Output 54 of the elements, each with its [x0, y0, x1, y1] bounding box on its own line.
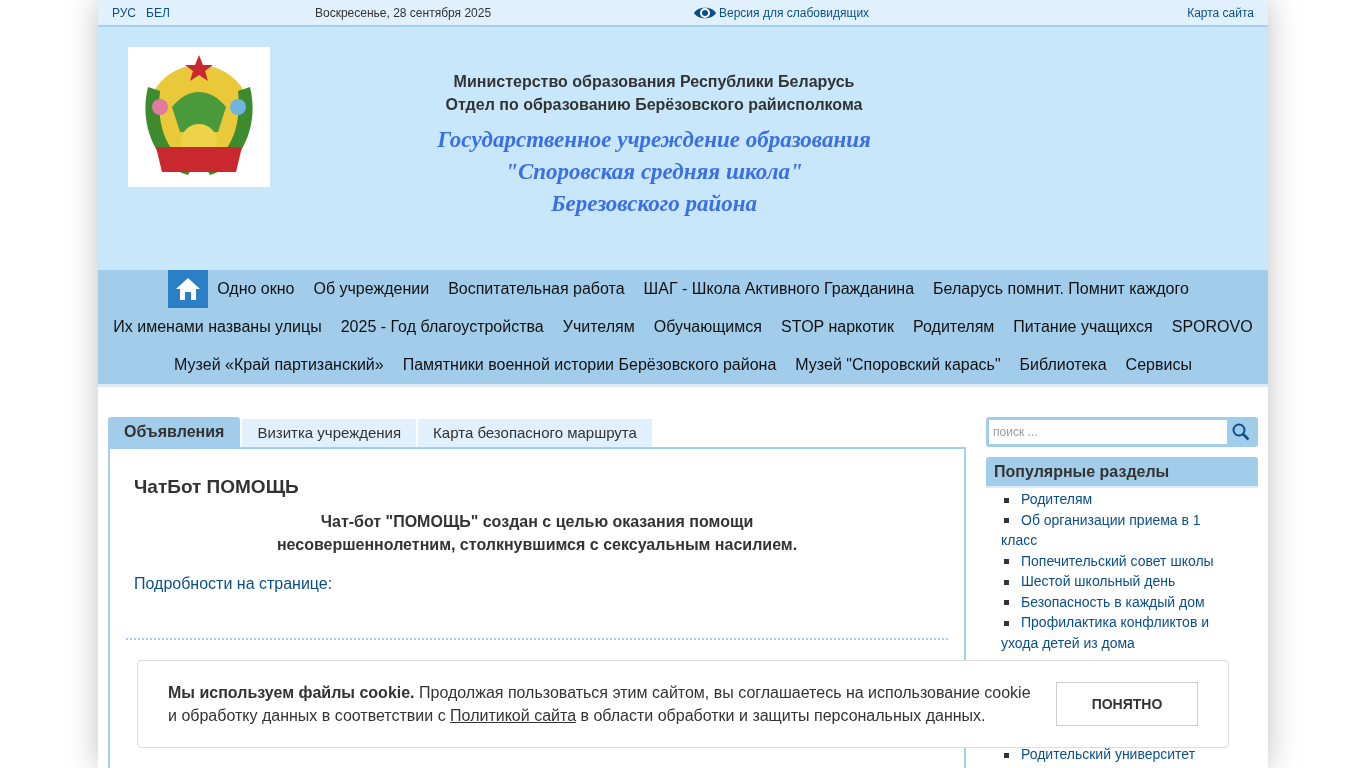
accessibility-link[interactable]: Версия для слабовидящих: [693, 3, 870, 22]
popular-section-link[interactable]: Родителям: [1001, 489, 1218, 510]
search-field[interactable]: поиск ...: [986, 417, 1258, 447]
home-icon: [174, 277, 201, 301]
home-button[interactable]: [167, 270, 208, 308]
popular-section-link[interactable]: Об организации приема в 1 класс: [1001, 509, 1218, 551]
nav-link[interactable]: Обучающимся: [644, 308, 772, 346]
tab[interactable]: Объявления: [108, 417, 241, 447]
ministry-title: Министерство образования Республики Беларусь: [453, 72, 855, 92]
nav-link[interactable]: Учителям: [553, 308, 645, 346]
bullet-icon: [1004, 600, 1009, 606]
nav-link[interactable]: Об учреждении: [303, 270, 439, 308]
nav-link[interactable]: Беларусь помнит. Помнит каждого: [923, 270, 1199, 308]
department-title: Отдел по образованию Берёзовского райисполкома: [445, 95, 863, 115]
accept-button[interactable]: ПОНЯТНО: [1056, 682, 1198, 726]
cookie-message: Мы используем файлы cookie. Продолжая пользоваться этим сайтом, вы соглашаетесь на использование cookie и обработку данных в соответствии с Политикой сайта в области обработки и защиты персональных данных.: [168, 683, 1032, 726]
nav-link[interactable]: Музей "Споровский карась": [785, 346, 1011, 384]
date-text: Воскресенье, 28 сентября 2025: [315, 4, 493, 22]
popular-sections-header: Популярные разделы: [986, 457, 1258, 488]
nav-link[interactable]: SPOROVO: [1162, 308, 1263, 346]
sitemap-link[interactable]: Карта сайта: [1187, 3, 1254, 22]
language-link[interactable]: РУС: [112, 3, 137, 22]
bullet-icon: [1004, 620, 1009, 626]
nav-link[interactable]: Их именами названы улицы: [103, 308, 332, 346]
language-link[interactable]: БЕЛ: [146, 3, 170, 22]
article-lead: Чат-бот "ПОМОЩЬ" создан с целью оказания помощи несовершеннолетним, столкнувшимся с сексуальным насилием.: [275, 511, 799, 555]
bullet-icon: [1004, 579, 1009, 585]
search-icon[interactable]: [1232, 423, 1250, 441]
popular-section-link[interactable]: Попечительский совет школы: [1001, 550, 1218, 571]
popular-section-link[interactable]: Шестой школьный день: [1001, 571, 1218, 592]
bullet-icon: [1004, 497, 1009, 503]
nav-link[interactable]: ШАГ - Школа Активного Гражданина: [634, 270, 924, 308]
popular-section-link[interactable]: Родительский университет: [1001, 744, 1218, 765]
nav-link[interactable]: Воспитательная работа: [438, 270, 635, 308]
nav-link[interactable]: Музей «Край партизанский»: [164, 346, 394, 384]
nav-link[interactable]: 2025 - Год благоустройства: [331, 308, 554, 346]
nav-link[interactable]: Родителям: [903, 308, 1004, 346]
nav-link[interactable]: Памятники военной истории Берёзовского района: [393, 346, 786, 384]
bullet-icon: [1004, 559, 1009, 565]
nav-link[interactable]: Библиотека: [1010, 346, 1117, 384]
popular-section-link[interactable]: Безопасность в каждый дом: [1001, 591, 1218, 612]
tab[interactable]: Карта безопасного маршрута: [418, 419, 652, 447]
nav-link[interactable]: Одно окно: [207, 270, 304, 308]
nav-link[interactable]: Сервисы: [1116, 346, 1202, 384]
details-link[interactable]: Подробности на странице:: [126, 571, 948, 596]
tab[interactable]: Визитка учреждения: [242, 419, 417, 447]
nav-link[interactable]: Питание учащихся: [1003, 308, 1163, 346]
nav-link[interactable]: STOP наркотик: [771, 308, 904, 346]
bullet-icon: [1004, 752, 1009, 758]
bullet-icon: [1004, 518, 1009, 524]
policy-link[interactable]: Политикой сайта: [450, 707, 577, 724]
school-name: Государственное учреждение образования "Споровская средняя школа" Березовского района: [437, 126, 871, 218]
popular-section-link[interactable]: Профилактика конфликтов и ухода детей из дома: [1001, 612, 1218, 653]
article-title: ЧатБот ПОМОЩЬ: [133, 475, 300, 499]
